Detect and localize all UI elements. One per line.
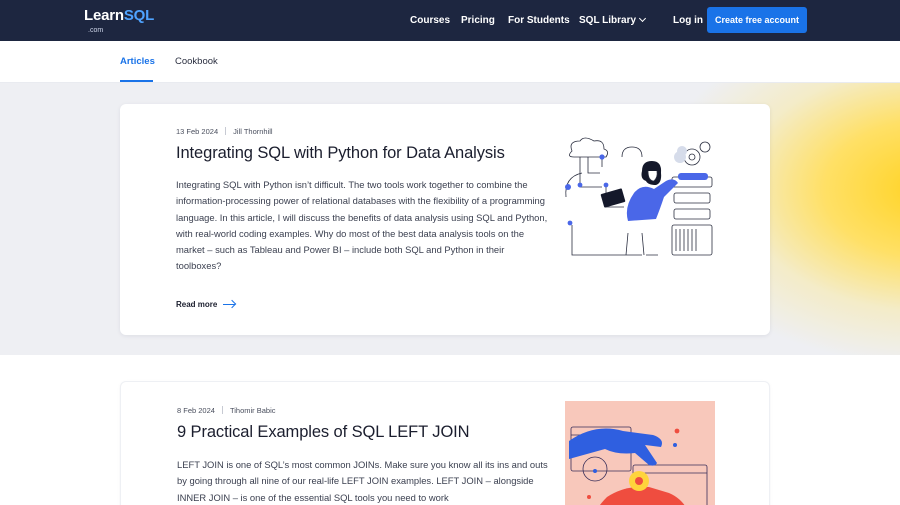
chevron-down-icon xyxy=(639,14,647,23)
nav-courses[interactable]: Courses xyxy=(410,15,450,26)
nav-sql-library-label: SQL Library xyxy=(579,15,637,26)
article-card[interactable]: 13 Feb 2024 Jill Thornhill Integrating SQ… xyxy=(120,104,770,335)
nav-for-students[interactable]: For Students xyxy=(508,15,570,26)
logo-text-main: Learn xyxy=(84,7,124,24)
article-author[interactable]: Tihomir Babic xyxy=(230,406,276,415)
article-title[interactable]: 9 Practical Examples of SQL LEFT JOIN xyxy=(177,423,470,442)
section-tabs: Articles Cookbook xyxy=(0,41,900,83)
logo-text-accent: SQL xyxy=(123,7,155,24)
read-more-link[interactable]: Read more xyxy=(176,300,236,309)
nav-pricing[interactable]: Pricing xyxy=(461,15,495,26)
article-author[interactable]: Jill Thornhill xyxy=(233,127,272,136)
logo-text-suffix: .com xyxy=(88,27,104,34)
active-tab-indicator xyxy=(120,80,153,82)
article-excerpt: LEFT JOIN is one of SQL’s most common JO… xyxy=(177,459,548,503)
login-link[interactable]: Log in xyxy=(673,15,703,26)
data-analysis-illustration xyxy=(565,137,713,256)
left-join-illustration xyxy=(565,401,715,505)
tab-cookbook[interactable]: Cookbook xyxy=(175,56,218,67)
article-card[interactable]: 8 Feb 2024 Tihomir Babic 9 Practical Exam… xyxy=(120,381,770,505)
article-title[interactable]: Integrating SQL with Python for Data Ana… xyxy=(176,144,505,163)
meta-divider xyxy=(221,406,223,414)
article-meta: 13 Feb 2024 Jill Thornhill xyxy=(176,127,273,136)
nav-sql-library[interactable]: SQL Library xyxy=(579,14,647,26)
article-excerpt: Integrating SQL with Python isn’t diffic… xyxy=(176,179,548,272)
article-meta: 8 Feb 2024 Tihomir Babic xyxy=(177,406,276,415)
read-more-label: Read more xyxy=(176,300,218,309)
tab-articles[interactable]: Articles xyxy=(120,56,155,67)
article-date: 8 Feb 2024 xyxy=(177,406,215,415)
learnsql-logo[interactable]: LearnSQL .com xyxy=(84,7,155,34)
article-date: 13 Feb 2024 xyxy=(176,127,219,136)
arrow-right-icon xyxy=(223,303,236,305)
meta-divider xyxy=(225,127,227,135)
create-free-account-button[interactable]: Create free account xyxy=(707,7,807,33)
top-navbar: LearnSQL .com Courses Pricing For Studen… xyxy=(0,0,900,41)
